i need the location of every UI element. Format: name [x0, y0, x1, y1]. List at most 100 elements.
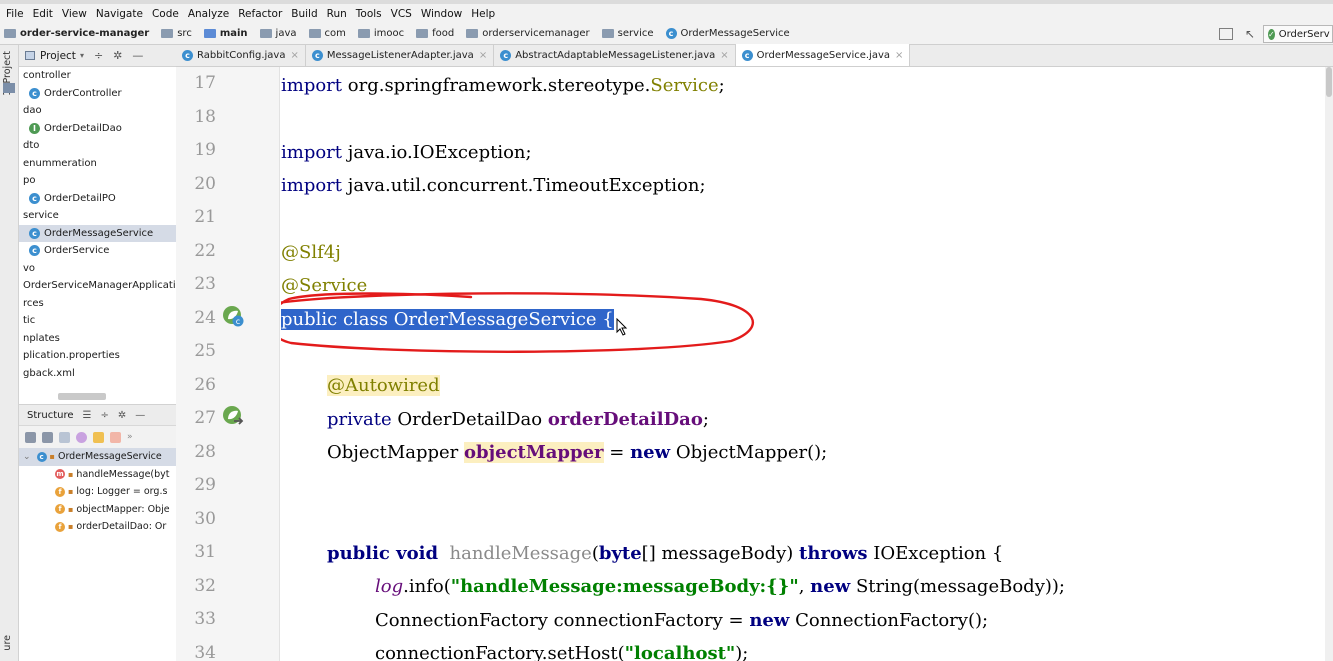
editor-tab[interactable]: c MessageListenerAdapter.java ×: [306, 45, 495, 66]
sort-visibility-icon[interactable]: [42, 431, 53, 443]
breadcrumb-item[interactable]: com: [308, 28, 352, 39]
close-icon[interactable]: ×: [290, 50, 298, 61]
editor-scrollbar-thumb[interactable]: [1326, 67, 1332, 97]
project-tree-item[interactable]: controller: [19, 67, 176, 85]
project-tree-item[interactable]: vo: [19, 260, 176, 278]
close-icon[interactable]: ×: [895, 50, 903, 61]
editor-tab[interactable]: c RabbitConfig.java ×: [176, 45, 306, 66]
menu-build[interactable]: Build: [291, 8, 317, 20]
hide-icon[interactable]: —: [135, 410, 145, 421]
project-tree-item[interactable]: dao: [19, 102, 176, 120]
breadcrumb-item[interactable]: main: [203, 28, 254, 39]
project-tree-item[interactable]: po: [19, 172, 176, 190]
breadcrumb-item[interactable]: service: [601, 28, 660, 39]
project-tree-scrollbar[interactable]: [58, 393, 106, 400]
breadcrumb-item[interactable]: c OrderMessageService: [665, 28, 790, 39]
project-tree-item[interactable]: enummeration: [19, 155, 176, 173]
inherited-icon[interactable]: [59, 431, 70, 443]
class-icon: c: [29, 227, 40, 239]
project-tree-item[interactable]: rces: [19, 295, 176, 313]
gear-icon[interactable]: ✲: [113, 49, 122, 62]
menu-code[interactable]: Code: [152, 8, 179, 20]
project-view-icon: [25, 51, 35, 60]
editor-tab[interactable]: c OrderMessageService.java ×: [735, 44, 911, 66]
close-icon[interactable]: ×: [720, 50, 728, 61]
tool-tab-structure[interactable]: ure: [2, 635, 13, 651]
project-tree-item[interactable]: c OrderService: [19, 242, 176, 260]
structure-tree-item[interactable]: f ▪ orderDetailDao: Or: [19, 518, 176, 536]
chevron-down-icon[interactable]: ⌄: [23, 452, 31, 462]
show-nonpublic-icon[interactable]: [110, 431, 121, 443]
window-icon[interactable]: [1218, 28, 1233, 40]
structure-tree: ⌄ c ▪ OrderMessageService m ▪ handleMessage(by…: [19, 448, 176, 661]
menu-edit[interactable]: Edit: [33, 8, 53, 20]
project-tree-item[interactable]: I OrderDetailDao: [19, 120, 176, 138]
menu-navigate[interactable]: Navigate: [96, 8, 143, 20]
structure-tree-item[interactable]: f ▪ log: Logger = org.s: [19, 483, 176, 501]
class-icon: c: [182, 50, 193, 61]
project-tree-item[interactable]: OrderServiceManagerApplicati: [19, 277, 176, 295]
project-tree-item[interactable]: gback.xml: [19, 365, 176, 383]
sort-icon[interactable]: ☰: [83, 410, 92, 421]
more-icon[interactable]: »: [127, 432, 133, 442]
menu-run[interactable]: Run: [327, 8, 347, 20]
gear-icon[interactable]: ✲: [118, 410, 126, 421]
code-line-32: log.info("handleMessage:messageBody:{}",…: [375, 576, 1065, 597]
project-tree-label: gback.xml: [23, 367, 75, 379]
folder-icon: [3, 83, 15, 93]
autowired-bean-icon[interactable]: [222, 405, 244, 427]
breadcrumb-item[interactable]: imooc: [357, 28, 410, 39]
menu-window[interactable]: Window: [421, 8, 462, 20]
collapse-all-icon[interactable]: ÷: [101, 410, 109, 421]
project-tree-item[interactable]: dto: [19, 137, 176, 155]
code-line-22: @Slf4j: [281, 242, 341, 263]
structure-tree-item[interactable]: ⌄ c ▪ OrderMessageService: [19, 448, 176, 466]
menu-help[interactable]: Help: [471, 8, 495, 20]
editor-tab[interactable]: c AbstractAdaptableMessageListener.java ×: [494, 45, 736, 66]
breadcrumb-item[interactable]: orderservicemanager: [466, 28, 595, 39]
breadcrumb-item[interactable]: src: [161, 28, 198, 39]
run-config-select[interactable]: ✓ OrderServ: [1263, 25, 1333, 43]
code-editor[interactable]: import org.springframework.stereotype.Se…: [281, 67, 1333, 661]
collapse-all-icon[interactable]: ÷: [94, 49, 103, 62]
show-properties-icon[interactable]: [76, 431, 87, 443]
menu-tools[interactable]: Tools: [356, 8, 382, 20]
spring-bean-icon[interactable]: c: [222, 305, 244, 327]
breadcrumb-item[interactable]: order-service-manager: [4, 28, 155, 39]
class-icon: c: [29, 87, 40, 99]
chevron-down-icon[interactable]: ▾: [80, 51, 84, 60]
project-tree-item[interactable]: plication.properties: [19, 347, 176, 365]
menu-vcs[interactable]: VCS: [391, 8, 412, 20]
project-tree-item[interactable]: tic: [19, 312, 176, 330]
sort-alpha-icon[interactable]: [25, 431, 36, 443]
hide-icon[interactable]: —: [132, 49, 143, 62]
menu-view[interactable]: View: [62, 8, 87, 20]
breadcrumb-item[interactable]: java: [259, 28, 303, 39]
project-tree-item[interactable]: c OrderController: [19, 85, 176, 103]
project-tree-item[interactable]: c OrderDetailPO: [19, 190, 176, 208]
line-number: 30: [194, 508, 216, 529]
structure-tree-item[interactable]: f ▪ objectMapper: Obje: [19, 501, 176, 519]
project-tree: controller c OrderController dao I OrderDetai…: [19, 67, 176, 393]
class-icon: c: [36, 451, 47, 462]
project-tree-item[interactable]: c OrderMessageService: [19, 224, 176, 242]
menu-file[interactable]: File: [6, 8, 24, 20]
close-icon[interactable]: ×: [479, 50, 487, 61]
line-number: 21: [194, 207, 216, 227]
menu-refactor[interactable]: Refactor: [238, 8, 282, 20]
project-tree-label: nplates: [23, 332, 60, 344]
breadcrumb-item[interactable]: food: [416, 28, 460, 39]
build-hammer-icon[interactable]: ↖: [1245, 27, 1255, 41]
structure-tree-item[interactable]: m ▪ handleMessage(byt: [19, 466, 176, 484]
project-tree-item[interactable]: service: [19, 207, 176, 225]
breadcrumb-label: OrderMessageService: [680, 28, 790, 39]
project-panel-title[interactable]: Project: [40, 50, 76, 62]
code-line-17: import org.springframework.stereotype.Se…: [281, 75, 725, 96]
line-number: 25: [194, 341, 216, 361]
folder-icon: [259, 29, 272, 38]
structure-toolbar: »: [19, 426, 176, 448]
editor-scrollbar[interactable]: [1325, 67, 1333, 661]
show-fields-icon[interactable]: [93, 431, 104, 443]
menu-analyze[interactable]: Analyze: [188, 8, 229, 20]
project-tree-item[interactable]: nplates: [19, 330, 176, 348]
